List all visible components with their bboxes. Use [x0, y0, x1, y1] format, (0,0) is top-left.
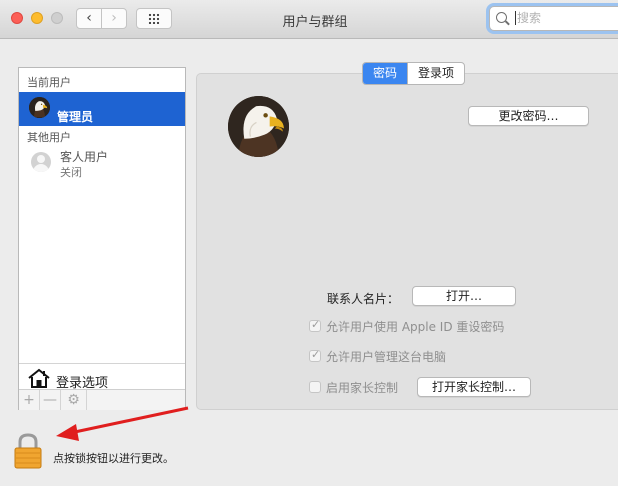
guest-avatar-icon	[31, 152, 51, 172]
change-password-button[interactable]: 更改密码…	[468, 106, 589, 126]
parental-controls-checkbox[interactable]	[309, 381, 321, 393]
lock-hint: 点按锁按钮以进行更改。	[53, 452, 174, 465]
admin-name: 管理员	[57, 110, 94, 124]
guest-name: 客人用户	[60, 150, 109, 164]
chevron-left-icon: ‹	[86, 10, 92, 26]
zoom-window-button[interactable]	[51, 12, 63, 24]
allow-appleid-reset-label: 允许用户使用 Apple ID 重设密码	[326, 320, 505, 334]
parental-controls-label: 启用家长控制	[326, 381, 399, 395]
eagle-avatar-icon[interactable]	[228, 96, 289, 157]
search-field[interactable]: 搜索	[489, 6, 618, 31]
search-input[interactable]: 搜索	[515, 11, 541, 25]
back-button[interactable]: ‹	[76, 8, 102, 29]
tab-bar: 密码 登录项	[362, 62, 466, 85]
search-icon	[496, 12, 507, 23]
forward-button[interactable]: ›	[101, 8, 127, 29]
allow-admin-label: 允许用户管理这台电脑	[326, 350, 447, 364]
add-user-button[interactable]: +	[19, 390, 40, 410]
plus-icon: +	[23, 392, 35, 408]
allow-admin-checkbox[interactable]	[309, 348, 321, 362]
close-window-button[interactable]	[11, 12, 23, 24]
tab-login-items[interactable]: 登录项	[407, 63, 464, 84]
window-title: 用户与群组	[282, 15, 348, 30]
allow-appleid-reset-checkbox[interactable]	[309, 318, 321, 332]
user-row-admin[interactable]: 管理员	[19, 92, 185, 126]
annotation-arrow-icon	[56, 406, 189, 441]
guest-status: 关闭	[60, 166, 82, 179]
contact-card-label: 联系人名片：	[327, 292, 400, 306]
other-users-label: 其他用户	[27, 131, 71, 144]
eagle-avatar-icon	[29, 97, 50, 118]
house-icon	[28, 368, 50, 388]
toolbar: ‹ › 用户与群组 搜索	[0, 0, 618, 39]
open-parental-controls-button[interactable]: 打开家长控制…	[417, 377, 531, 397]
lock-icon[interactable]	[13, 432, 43, 470]
grid-icon	[148, 13, 160, 24]
chevron-right-icon: ›	[111, 10, 117, 26]
login-options-item[interactable]: 登录选项	[19, 363, 185, 391]
tab-password[interactable]: 密码	[363, 63, 408, 84]
open-contact-button[interactable]: 打开…	[412, 286, 516, 306]
minimize-window-button[interactable]	[31, 12, 43, 24]
current-users-label: 当前用户	[27, 76, 71, 89]
user-list: 当前用户 管理员 其他用户 客人用户 关闭 登录选项 + — ⚙	[18, 67, 186, 410]
show-all-button[interactable]	[136, 8, 172, 29]
